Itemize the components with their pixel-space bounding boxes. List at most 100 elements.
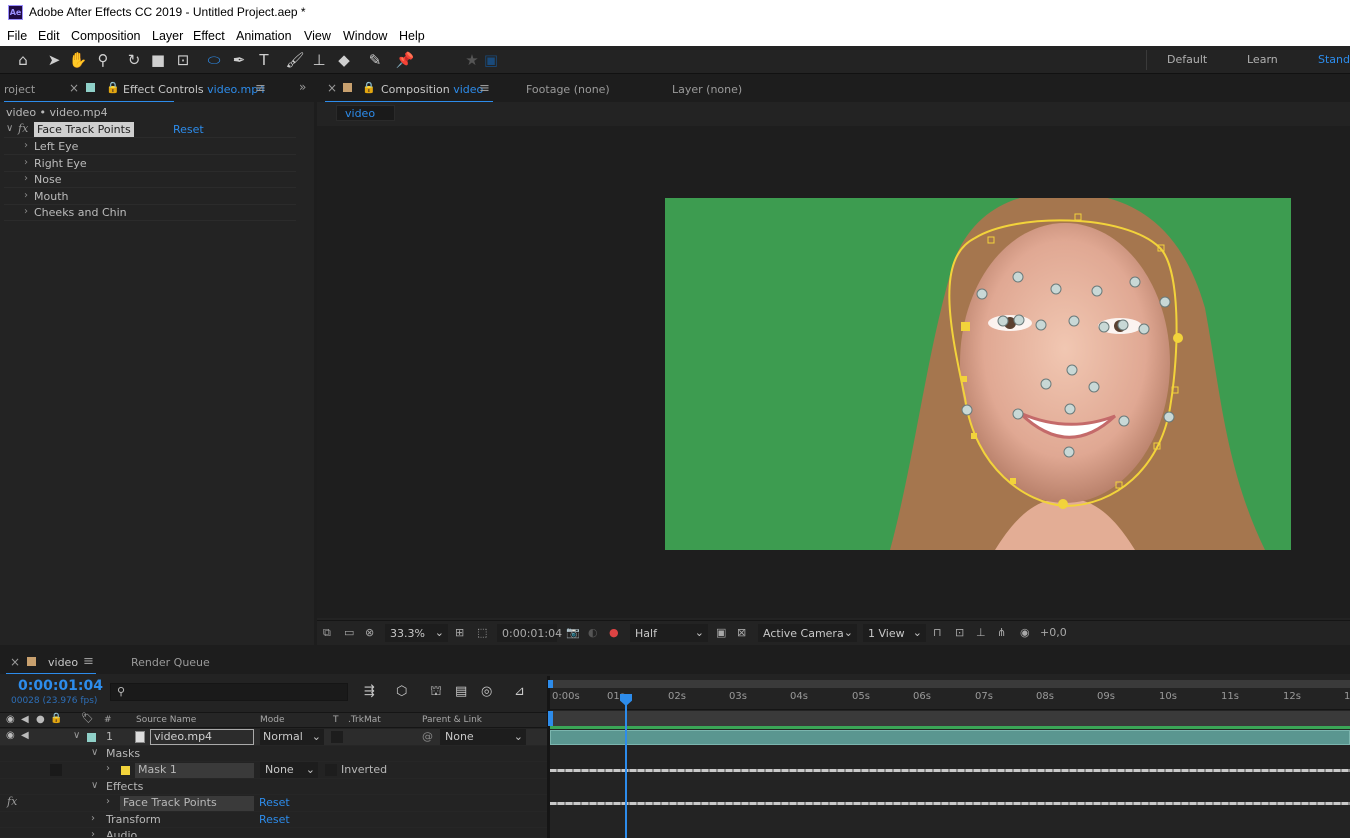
column-t[interactable]: T (333, 715, 339, 725)
frame-blending-icon[interactable]: ▤ (455, 684, 467, 699)
layer-name[interactable]: video.mp4 (150, 729, 254, 745)
parent-dropdown[interactable]: None ⌄ (440, 729, 526, 745)
close-icon[interactable]: × (327, 81, 337, 95)
mask-lock-toggle[interactable] (50, 764, 62, 776)
column-parent-link[interactable]: Parent & Link (422, 715, 482, 725)
lock-icon[interactable]: 🔒 (106, 81, 120, 94)
panel-menu-icon[interactable]: ≡ (479, 81, 490, 96)
ellipse-tool-icon[interactable]: ⬭ (204, 50, 224, 70)
transform-reset-link[interactable]: Reset (259, 813, 290, 826)
workspace-learn[interactable]: Learn (1247, 53, 1278, 66)
layer-label-swatch[interactable] (87, 733, 96, 742)
always-preview-icon[interactable]: ⧉ (323, 626, 331, 640)
zoom-tool-icon[interactable]: ⚲ (93, 50, 113, 70)
menu-composition[interactable]: Composition (71, 29, 140, 43)
mask-1-row[interactable]: › Mask 1 None ⌄ Inverted (0, 762, 548, 779)
chevron-right-icon[interactable]: › (24, 157, 28, 168)
puppet-pin-tool-icon[interactable]: 📌 (395, 50, 415, 70)
transform-row[interactable]: › Transform Reset (0, 812, 548, 828)
exposure-icon[interactable]: ◉ (1020, 626, 1030, 639)
brush-tool-icon[interactable]: 🖌 (285, 50, 305, 70)
column-number[interactable]: # (104, 715, 112, 725)
mask-color-swatch[interactable] (121, 766, 130, 775)
menu-window[interactable]: Window (343, 29, 387, 43)
label-tag-icon[interactable]: 🏷 (81, 713, 94, 724)
hand-tool-icon[interactable]: ✋ (68, 50, 88, 70)
audio-speaker-icon[interactable]: ◀ (21, 730, 29, 741)
chevron-right-icon[interactable]: › (91, 829, 95, 837)
view-layout-dropdown[interactable]: 1 View ⌄ (863, 624, 926, 642)
lock-icon[interactable]: 🔒 (362, 81, 376, 94)
exposure-value[interactable]: +0,0 (1040, 626, 1067, 639)
workspace-standard[interactable]: Standa (1318, 53, 1350, 66)
effects-row[interactable]: ∨ Effects (0, 779, 548, 795)
viewer-timecode[interactable]: 0:00:01:04 (497, 624, 562, 642)
lock-icon[interactable]: 🔒 (50, 713, 62, 724)
layer-row[interactable]: ◉ ◀ ∨ 1 video.mp4 Normal ⌄ @ None ⌄ (0, 729, 548, 746)
tab-timeline-video[interactable]: video (48, 656, 78, 669)
pen-tool-icon[interactable]: ✒ (229, 50, 249, 70)
video-frame[interactable] (665, 198, 1291, 550)
chevron-right-icon[interactable]: › (106, 763, 110, 774)
chevron-down-icon[interactable]: ∨ (91, 747, 98, 758)
panel-menu-icon[interactable]: ≡ (255, 81, 266, 96)
menu-view[interactable]: View (304, 29, 331, 43)
group-cheeks-and-chin[interactable]: › Cheeks and Chin (4, 205, 296, 221)
effect-name[interactable]: Face Track Points (34, 122, 134, 137)
eye-icon[interactable]: ◉ (6, 714, 15, 725)
transparency-grid-icon[interactable]: ⬚ (477, 626, 487, 639)
effect-keyframe-track[interactable] (550, 802, 1350, 805)
home-icon[interactable]: ⌂ (13, 50, 33, 70)
chevron-down-icon[interactable]: ∨ (73, 730, 80, 741)
inverted-checkbox[interactable] (325, 764, 337, 776)
audio-row[interactable]: › Audio (0, 829, 548, 838)
toggle-pixel-aspect-icon[interactable]: ⊓ (933, 626, 942, 639)
chevron-right-icon[interactable]: › (24, 140, 28, 151)
monitor-icon[interactable]: ▭ (344, 626, 354, 639)
effect-reset-link[interactable]: Reset (259, 796, 290, 809)
mask-name[interactable]: Mask 1 (135, 763, 254, 778)
toggle-transparency-icon[interactable]: ⊠ (737, 626, 746, 639)
close-icon[interactable]: × (10, 655, 20, 669)
show-snapshot-icon[interactable]: ◐ (588, 626, 598, 639)
chevron-right-icon[interactable]: › (24, 190, 28, 201)
close-icon[interactable]: × (69, 81, 79, 95)
rotation-tool-icon[interactable]: ↻ (124, 50, 144, 70)
shy-layers-icon[interactable]: ⛫ (430, 684, 442, 701)
column-trkmat[interactable]: .TrkMat (348, 715, 381, 725)
tab-composition[interactable]: Composition video (381, 83, 483, 96)
work-area-bar[interactable] (550, 711, 1350, 726)
tab-footage[interactable]: Footage (none) (526, 83, 610, 96)
tab-render-queue[interactable]: Render Queue (131, 656, 210, 669)
selection-tool-icon[interactable]: ➤ (44, 50, 64, 70)
mask-keyframe-track[interactable] (550, 769, 1350, 772)
fx-icon[interactable]: fx (7, 795, 17, 808)
mask-mode-dropdown[interactable]: None ⌄ (260, 762, 318, 778)
vr-goggles-icon[interactable]: ⊗ (365, 626, 374, 639)
chevron-right-icon[interactable]: › (24, 206, 28, 217)
eraser-tool-icon[interactable]: ◆ (334, 50, 354, 70)
group-left-eye[interactable]: › Left Eye (4, 139, 296, 155)
type-tool-icon[interactable]: T (254, 50, 274, 70)
layer-duration-bar[interactable] (550, 730, 1350, 745)
speaker-icon[interactable]: ◀ (21, 714, 29, 725)
work-area-start-handle[interactable] (548, 711, 553, 726)
tab-layer[interactable]: Layer (none) (672, 83, 742, 96)
effect-face-track-points-row[interactable]: fx › Face Track Points Reset (0, 795, 548, 812)
chevron-right-icon[interactable]: › (106, 796, 110, 807)
pan-behind-tool-icon[interactable]: ⊡ (173, 50, 193, 70)
snapshot-camera-icon[interactable]: 📷 (566, 626, 580, 639)
menu-animation[interactable]: Animation (236, 29, 292, 43)
parent-pick-whip-icon[interactable]: @ (422, 730, 433, 743)
reset-exposure-icon[interactable]: ⊡ (955, 626, 964, 639)
workspace-default[interactable]: Default (1167, 53, 1207, 66)
solo-icon[interactable]: ● (36, 714, 45, 725)
draft-3d-icon[interactable]: ⬡ (396, 684, 407, 699)
motion-blur-icon[interactable]: ◎ (481, 684, 492, 699)
group-right-eye[interactable]: › Right Eye (4, 156, 296, 172)
time-navigator-bar[interactable] (550, 680, 1350, 688)
chevron-down-icon[interactable]: ∨ (6, 123, 13, 134)
masks-row[interactable]: ∨ Masks (0, 746, 548, 762)
comp-breadcrumb[interactable]: video (336, 105, 395, 121)
star-icon[interactable]: ★ (462, 50, 482, 70)
